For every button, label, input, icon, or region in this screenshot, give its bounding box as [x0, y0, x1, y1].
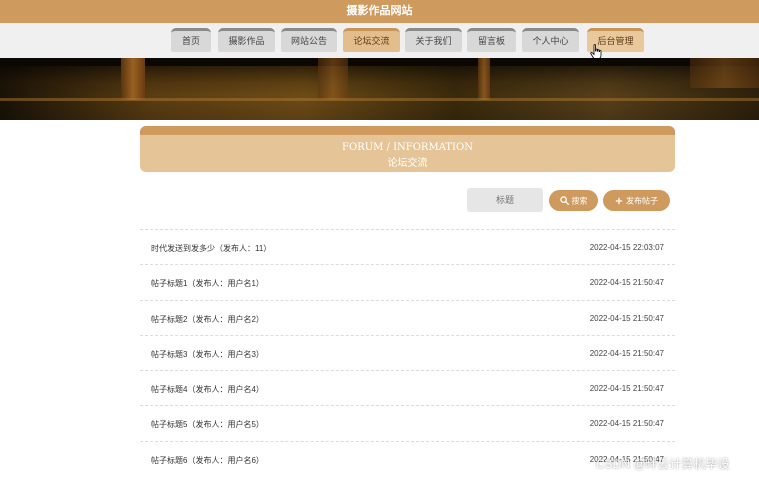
plus-icon [615, 197, 623, 205]
post-date: 2022-04-15 22:03:07 [589, 243, 664, 252]
list-item[interactable]: 帖子标题3（发布人：用户名3） 2022-04-15 21:50:47 [140, 334, 675, 370]
banner-pillar [478, 58, 490, 100]
hero-banner [0, 58, 759, 120]
banner-pillar [121, 58, 145, 100]
list-item[interactable]: 时代发送到发多少（发布人：11） 2022-04-15 22:03:07 [140, 229, 675, 264]
section-header: FORUM / INFORMATION 论坛交流 [140, 126, 675, 172]
list-item[interactable]: 帖子标题6（发布人：用户名6） 2022-04-15 21:50:47 [140, 440, 675, 476]
nav-item-announcements[interactable]: 网站公告 [281, 28, 337, 52]
nav-item-guestbook[interactable]: 留言板 [467, 28, 516, 52]
banner-pillar [318, 58, 348, 100]
search-input[interactable] [467, 188, 543, 212]
list-item[interactable]: 帖子标题4（发布人：用户名4） 2022-04-15 21:50:47 [140, 370, 675, 405]
nav-item-about[interactable]: 关于我们 [405, 28, 462, 52]
nav-item-home[interactable]: 首页 [171, 28, 211, 52]
post-title[interactable]: 帖子标题4（发布人：用户名4） [151, 384, 264, 395]
section-title-en: FORUM / INFORMATION [342, 142, 473, 153]
post-date: 2022-04-15 21:50:47 [589, 419, 664, 429]
search-button-label: 搜索 [571, 196, 588, 206]
create-post-button-label: 发布帖子 [626, 196, 658, 206]
post-date: 2022-04-15 21:50:47 [589, 348, 664, 358]
banner-bridge-deck [0, 58, 759, 66]
section-header-band [140, 126, 675, 135]
post-title[interactable]: 时代发送到发多少（发布人：11） [151, 243, 271, 254]
post-date: 2022-04-15 21:50:47 [589, 278, 664, 288]
nav-item-forum[interactable]: 论坛交流 [343, 28, 400, 52]
main-nav: 首页 摄影作品 网站公告 论坛交流 关于我们 留言板 个人中心 后台管理 [0, 23, 759, 58]
site-title: 摄影作品网站 [0, 0, 759, 23]
nav-item-profile[interactable]: 个人中心 [522, 28, 579, 52]
post-title[interactable]: 帖子标题2（发布人：用户名2） [151, 314, 264, 325]
post-title[interactable]: 帖子标题5（发布人：用户名5） [151, 419, 264, 430]
banner-pillar [690, 58, 759, 88]
list-item[interactable]: 帖子标题1（发布人：用户名1） 2022-04-15 21:50:47 [140, 264, 675, 299]
list-item[interactable]: 帖子标题5（发布人：用户名5） 2022-04-15 21:50:47 [140, 405, 675, 440]
list-item[interactable]: 帖子标题2（发布人：用户名2） 2022-04-15 21:50:47 [140, 299, 675, 335]
create-post-button[interactable]: 发布帖子 [603, 190, 670, 211]
post-title[interactable]: 帖子标题3（发布人：用户名3） [151, 349, 264, 360]
nav-item-works[interactable]: 摄影作品 [218, 28, 275, 52]
post-list: 时代发送到发多少（发布人：11） 2022-04-15 22:03:07 帖子标… [140, 229, 675, 476]
post-date: 2022-04-15 21:50:47 [589, 384, 664, 394]
post-date: 2022-04-15 21:50:47 [589, 313, 664, 323]
post-title[interactable]: 帖子标题6（发布人：用户名6） [151, 455, 264, 466]
search-button[interactable]: 搜索 [549, 190, 598, 211]
search-icon [559, 196, 569, 206]
section-title-cn: 论坛交流 [387, 158, 428, 169]
watermark: CSDN @畔云计算机毕设 [596, 457, 730, 471]
post-title[interactable]: 帖子标题1（发布人：用户名1） [151, 278, 264, 289]
banner-water [0, 98, 759, 101]
